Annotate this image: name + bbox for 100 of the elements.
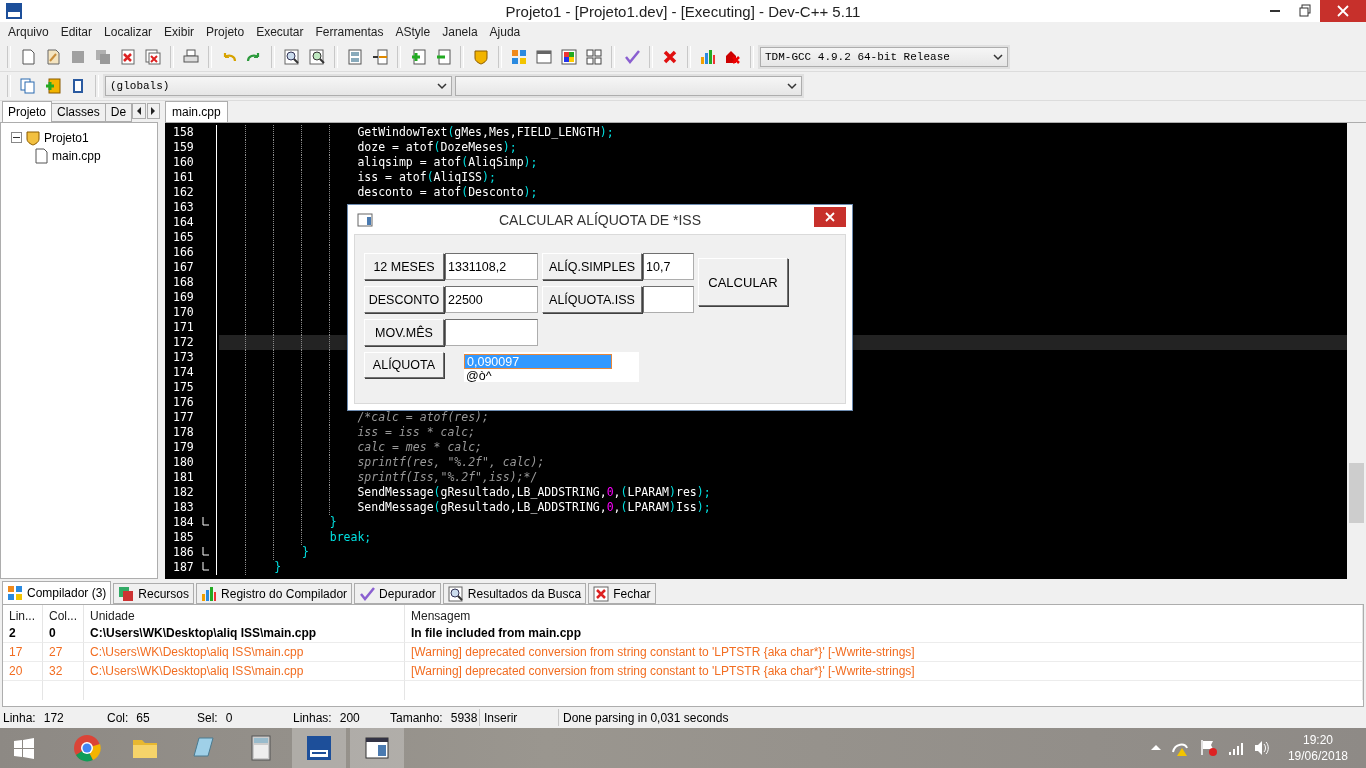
search-icon [447,585,464,602]
windows-logo-icon [13,737,35,759]
input-field[interactable]: 1331108,2 [445,253,538,280]
replace-icon [309,48,325,65]
add-file-icon [410,48,426,65]
chevron-down-icon [437,81,447,90]
close-icon [593,585,610,602]
code-line: sprintf(res, "%.2f", calc); [357,455,545,470]
tree-item[interactable]: main.cpp [52,148,101,163]
line-number: 183 [172,500,195,515]
scrollbar-thumb[interactable] [1349,462,1364,523]
line-number: 165 [172,230,195,245]
status-value: 65 [136,710,150,725]
code-line: calc = mes * calc; [357,440,482,455]
scrollbar[interactable] [1347,122,1366,579]
close-button[interactable] [1320,0,1366,22]
output-tab[interactable]: Recursos [113,583,195,604]
scroll-left-button[interactable] [132,103,146,120]
line-number: 175 [172,380,195,395]
save-icon [70,48,86,65]
menu-item[interactable]: Ferramentas [309,25,390,40]
list-item[interactable]: @ò^ [464,369,612,383]
code-line: SendMessage(gResultado,LB_ADDSTRING,0,(LPARAM)res); [357,485,711,500]
label-button[interactable]: ALÍQUOTA.ISS [542,286,642,313]
function-dropdown[interactable] [455,75,802,96]
label-button[interactable]: DESCONTO [364,286,444,313]
menu-item[interactable]: Exibir [158,25,201,40]
chevron-down-icon [787,81,797,90]
check-icon [359,585,376,602]
output-tab[interactable]: Depurador [354,583,441,604]
remove-file-icon [435,48,451,65]
table-cell: [Warning] deprecated conversion from string constant to 'LPTSTR {aka char*}' [-Wwrite-strings] [405,662,1363,681]
dialog-title: CALCULAR ALÍQUOTA DE *ISS [499,211,701,228]
label-button[interactable]: MOV.MÊS [364,319,444,346]
taskbar-app[interactable] [350,728,404,768]
close-button[interactable] [814,206,846,227]
label-button[interactable]: ALÍQ.SIMPLES [542,253,642,280]
column-header[interactable]: Mensagem [405,605,1363,627]
result-list[interactable]: 0,090097 @ò^ [464,352,639,382]
new-file-icon [20,48,36,65]
code-line: iss = atof(AliqISS); [357,170,496,185]
code-line: } [329,515,337,530]
search-icon [284,48,300,65]
editor-tab[interactable]: main.cpp [165,100,228,122]
window-title: Projeto1 - [Projeto1.dev] - [Executing] - Dev-C++ 5.11 [505,2,861,20]
table-cell: C:\Users\WK\Desktop\aliq ISS\main.cpp [84,643,405,662]
input-field[interactable]: 22500 [445,286,538,313]
status-label: Linha: [3,710,36,725]
status-label: Col: [107,710,129,725]
output-tab[interactable]: Resultados da Busca [442,583,587,604]
line-number: 186 [172,545,195,560]
menu-item[interactable]: Arquivo [2,25,55,40]
line-number: 167 [172,260,195,275]
input-field[interactable] [643,286,694,313]
output-tab[interactable]: Registro do Compilador [196,583,353,604]
panel-tab[interactable]: Projeto [2,100,53,122]
menu-item[interactable]: Ajuda [483,25,527,40]
menu-item[interactable]: Executar [250,25,310,40]
line-number: 166 [172,245,195,260]
tree-toggle[interactable] [11,132,22,144]
menu-item[interactable]: AStyle [389,25,437,40]
add-file-icon [45,77,61,94]
status-value: 172 [43,710,64,725]
code-line: } [302,545,309,560]
status-text: Inserir [484,710,518,725]
file-icon [33,147,49,164]
panel-tab[interactable]: De [104,102,133,122]
stop-icon [662,48,678,65]
input-field[interactable]: 10,7 [643,253,694,280]
line-number: 172 [172,335,195,350]
column-header[interactable]: Lin... [3,605,43,627]
calculate-button[interactable]: CALCULAR [698,258,788,306]
panel-tab[interactable]: Classes [51,102,106,122]
menu-item[interactable]: Editar [54,25,99,40]
line-number: 181 [172,470,195,485]
label-button[interactable]: 12 MESES [364,253,444,280]
line-number: 174 [172,365,195,380]
status-label: Sel: [197,710,218,725]
window-icon [536,48,552,65]
output-tab[interactable]: Fechar [588,583,656,604]
menu-item[interactable]: Projeto [200,25,251,40]
taskbar-app[interactable] [292,728,346,768]
output-tab[interactable]: Compilador (3) [2,581,112,604]
result-button[interactable]: ALÍQUOTA [364,352,444,378]
compile-run-icon [561,48,577,65]
menu-item[interactable]: Localizar [98,25,159,40]
code-line: GetWindowText(gMes,Mes,FIELD_LENGTH); [357,125,614,140]
compiler-dropdown[interactable]: TDM-GCC 4.9.2 64-bit Release [760,46,1008,67]
scope-dropdown[interactable]: (globals) [105,75,452,96]
line-number: 179 [172,440,195,455]
table-cell: C:\Users\WK\Desktop\aliq ISS\main.cpp [84,662,405,681]
tree-item[interactable]: Projeto1 [44,130,89,145]
line-number: 177 [172,410,195,425]
input-field[interactable] [445,319,538,346]
column-header[interactable]: Col... [43,605,84,627]
code-line: SendMessage(gResultado,LB_ADDSTRING,0,(LPARAM)Iss); [357,500,711,515]
column-header[interactable]: Unidade [84,605,405,627]
scroll-right-button[interactable] [146,103,160,120]
code-line: break; [329,530,372,545]
menu-item[interactable]: Janela [436,25,484,40]
